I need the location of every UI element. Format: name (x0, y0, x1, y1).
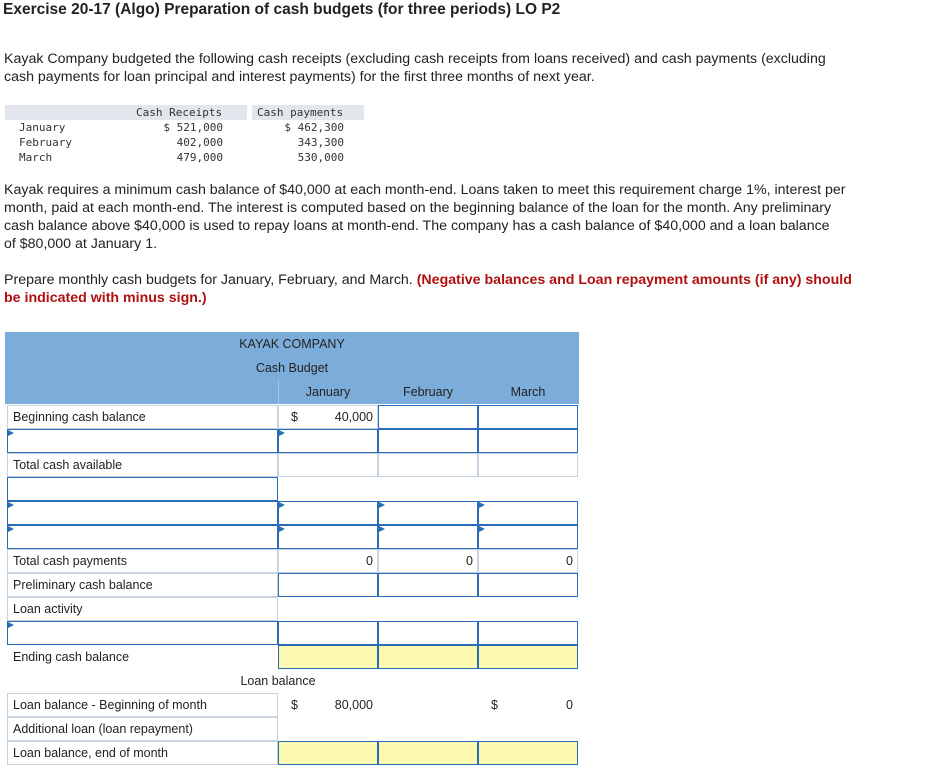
march-payment-input-2[interactable] (478, 525, 578, 549)
row-label-loan-end: Loan balance, end of month (7, 741, 278, 765)
payment-label-input-2[interactable] (7, 525, 278, 549)
january-ending-cash-input[interactable] (278, 645, 378, 669)
payment-label-input-1[interactable] (7, 501, 278, 525)
col-header-cash-payments: Cash payments (257, 106, 344, 119)
dollar-sign: $ (291, 698, 298, 712)
month-label: March (19, 151, 53, 164)
february-ending-cash-input[interactable] (378, 645, 478, 669)
march-loan-beginning-cell: $ 0 (478, 693, 578, 717)
january-total-payments-value: 0 (366, 554, 373, 568)
budget-name: Cash Budget (255, 361, 329, 375)
column-header-march: March (510, 385, 546, 399)
requirement-text-line-3: cash balance above $40,000 is used to re… (4, 218, 830, 234)
february-payment-input-2[interactable] (378, 525, 478, 549)
march-total-available-cell (478, 453, 578, 477)
january-loan-beginning-cell: $ 80,000 (278, 693, 378, 717)
january-beginning-cash-cell: $ 40,000 (278, 405, 378, 429)
march-preliminary-input[interactable] (478, 573, 578, 597)
february-loan-end-input[interactable] (378, 741, 478, 765)
dollar-sign: $ (491, 698, 498, 712)
page-title: Exercise 20-17 (Algo) Preparation of cas… (3, 1, 561, 18)
january-total-payments-cell: 0 (278, 549, 378, 573)
column-header-january: January (305, 385, 351, 399)
january-loan-beginning-value: 80,000 (334, 698, 373, 712)
january-beginning-cash-value: 40,000 (334, 410, 373, 424)
row-label-total-cash-payments: Total cash payments (7, 549, 278, 573)
loan-activity-label-input[interactable] (7, 621, 278, 645)
row-label-preliminary-cash: Preliminary cash balance (7, 573, 278, 597)
row-label-additional-loan: Additional loan (loan repayment) (7, 717, 278, 741)
month-label: January (19, 121, 66, 134)
loan-balance-heading: Loan balance (240, 674, 316, 688)
march-beginning-cash-input[interactable] (478, 405, 578, 429)
february-beginning-cash-input[interactable] (378, 405, 478, 429)
row-label-ending-cash: Ending cash balance (7, 645, 278, 669)
february-loan-beginning-input[interactable] (378, 693, 478, 717)
company-name: KAYAK COMPANY (239, 337, 345, 351)
march-total-payments-value: 0 (566, 554, 573, 568)
march-receipts-input[interactable] (478, 429, 578, 453)
month-label: February (19, 136, 72, 149)
january-total-available-cell (278, 453, 378, 477)
payments-value: $ 462,300 (284, 121, 344, 134)
receipts-value: 402,000 (176, 136, 223, 149)
march-ending-cash-input[interactable] (478, 645, 578, 669)
cash-budget-table: KAYAK COMPANY Cash Budget January Februa… (5, 332, 579, 767)
february-total-available-cell (378, 453, 478, 477)
dollar-sign: $ (291, 410, 298, 424)
payments-heading-input[interactable] (7, 477, 278, 501)
march-payment-input-1[interactable] (478, 501, 578, 525)
january-preliminary-input[interactable] (278, 573, 378, 597)
row-label-loan-beginning: Loan balance - Beginning of month (7, 693, 278, 717)
row-label-loan-activity: Loan activity (7, 597, 278, 621)
column-header-february: February (402, 385, 454, 399)
row-label-total-cash-available: Total cash available (7, 453, 278, 477)
february-payment-input-1[interactable] (378, 501, 478, 525)
january-loan-activity-input[interactable] (278, 621, 378, 645)
march-total-payments-cell: 0 (478, 549, 578, 573)
february-loan-activity-input[interactable] (378, 621, 478, 645)
col-header-cash-receipts: Cash Receipts (136, 106, 223, 119)
february-preliminary-input[interactable] (378, 573, 478, 597)
march-loan-beginning-value: 0 (566, 698, 573, 712)
receipts-label-input[interactable] (7, 429, 278, 453)
march-loan-activity-input[interactable] (478, 621, 578, 645)
receipts-value: 479,000 (176, 151, 223, 164)
january-receipts-input[interactable] (278, 429, 378, 453)
instructions-warning: (Negative balances and Loan repayment am… (416, 272, 852, 288)
february-receipts-input[interactable] (378, 429, 478, 453)
intro-text-line-2: cash payments for loan principal and int… (4, 69, 595, 85)
january-loan-end-input[interactable] (278, 741, 378, 765)
requirement-text-line-1: Kayak requires a minimum cash balance of… (4, 182, 846, 198)
row-label-beginning-cash: Beginning cash balance (7, 405, 278, 429)
january-payment-input-2[interactable] (278, 525, 378, 549)
march-loan-end-input[interactable] (478, 741, 578, 765)
instructions-line-1: Prepare monthly cash budgets for January… (4, 271, 852, 289)
february-total-payments-value: 0 (466, 554, 473, 568)
payments-value: 530,000 (297, 151, 344, 164)
intro-text-line-1: Kayak Company budgeted the following cas… (4, 51, 826, 67)
requirement-text-line-2: month, paid at each month-end. The inter… (4, 200, 832, 216)
instructions-plain: Prepare monthly cash budgets for January… (4, 272, 413, 288)
instructions-warning-line-2: be indicated with minus sign.) (4, 290, 207, 306)
february-total-payments-cell: 0 (378, 549, 478, 573)
requirement-text-line-4: of $80,000 at January 1. (4, 236, 158, 252)
january-payment-input-1[interactable] (278, 501, 378, 525)
receipts-value: $ 521,000 (163, 121, 223, 134)
payments-value: 343,300 (297, 136, 344, 149)
